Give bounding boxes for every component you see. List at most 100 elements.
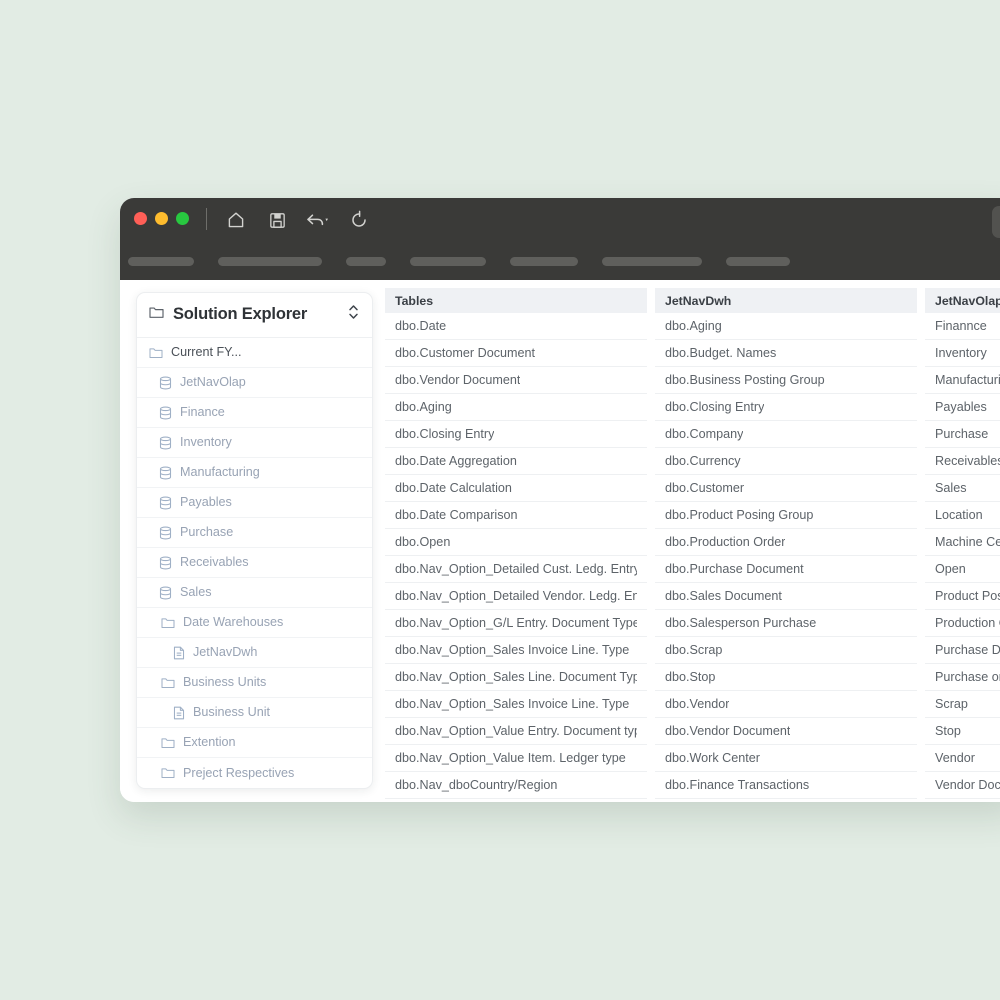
title-bar — [120, 198, 1000, 246]
table-row[interactable]: Inventory — [925, 340, 1000, 367]
table-cell: dbo.Vendor — [665, 697, 730, 711]
undo-dropdown-icon[interactable] — [304, 205, 332, 235]
table-row[interactable]: dbo.Salesperson Purchase — [655, 610, 917, 637]
menu-item-placeholder-1[interactable] — [218, 257, 322, 266]
table-row[interactable]: dbo.Closing Entry — [655, 394, 917, 421]
table-row[interactable]: Purchase on Order — [925, 664, 1000, 691]
sidebar-item-payables[interactable]: Payables — [137, 488, 372, 518]
table-row[interactable]: Location — [925, 502, 1000, 529]
sidebar-item-finance[interactable]: Finance — [137, 398, 372, 428]
table-row[interactable]: Purchase Document — [925, 637, 1000, 664]
table-row[interactable]: dbo.Open — [385, 529, 647, 556]
table-row[interactable]: dbo.Date Aggregation — [385, 448, 647, 475]
table-cell: dbo.Product Posing Group — [665, 508, 814, 522]
table-row[interactable]: dbo.Nav_Option_Sales Invoice Line. Type — [385, 637, 647, 664]
table-row[interactable]: Sales — [925, 475, 1000, 502]
sidebar-item-sales[interactable]: Sales — [137, 578, 372, 608]
column-header[interactable]: JetNavOlap — [925, 288, 1000, 313]
table-row[interactable]: Manufacturing — [925, 367, 1000, 394]
table-row[interactable]: dbo.Work Center — [655, 745, 917, 772]
menu-item-placeholder-6[interactable] — [726, 257, 790, 266]
table-row[interactable]: Open — [925, 556, 1000, 583]
table-row[interactable]: dbo.Customer — [655, 475, 917, 502]
sidebar-item-jetnavolap[interactable]: JetNavOlap — [137, 368, 372, 398]
table-row[interactable]: dbo.Nav_Option_Sales Line. Document Type — [385, 664, 647, 691]
table-row[interactable]: dbo.Nav_Option_Detailed Vendor. Ledg. En… — [385, 583, 647, 610]
table-row[interactable]: dbo.Product Posing Group — [655, 502, 917, 529]
table-row[interactable]: Finannce — [925, 313, 1000, 340]
sidebar-item-date-warehouses[interactable]: Date Warehouses — [137, 608, 372, 638]
menu-item-placeholder-3[interactable] — [410, 257, 486, 266]
table-row[interactable]: dbo.Nav_dboCountry/Region — [385, 772, 647, 799]
column-header[interactable]: Tables — [385, 288, 647, 313]
table-row[interactable]: dbo.Nav_Option_Detailed Cust. Ledg. Entr… — [385, 556, 647, 583]
table-row[interactable]: Purchase — [925, 421, 1000, 448]
table-row[interactable]: dbo.Vendor Document — [385, 367, 647, 394]
table-row[interactable]: dbo.Stop — [655, 664, 917, 691]
folder-icon — [161, 737, 175, 749]
table-row[interactable]: dbo.Company — [655, 421, 917, 448]
table-row[interactable]: dbo.Budget. Names — [655, 340, 917, 367]
table-row[interactable]: dbo.Date Comparison — [385, 502, 647, 529]
database-icon — [159, 556, 172, 570]
table-row[interactable]: dbo.Purchase Document — [655, 556, 917, 583]
table-row[interactable]: Scrap — [925, 691, 1000, 718]
sidebar-item-preject-respectives[interactable]: Preject Respectives — [137, 758, 372, 788]
table-row[interactable]: Stop — [925, 718, 1000, 745]
table-row[interactable]: dbo.Customer Document — [385, 340, 647, 367]
sidebar-item-business-units[interactable]: Business Units — [137, 668, 372, 698]
table-row[interactable]: Machine Center — [925, 529, 1000, 556]
table-row[interactable]: Vendor Document — [925, 772, 1000, 799]
table-row[interactable]: Receivables — [925, 448, 1000, 475]
folder-icon — [161, 617, 175, 629]
table-cell: Manufacturing — [935, 373, 1000, 387]
table-row[interactable]: Payables — [925, 394, 1000, 421]
menu-item-placeholder-4[interactable] — [510, 257, 578, 266]
sidebar-item-inventory[interactable]: Inventory — [137, 428, 372, 458]
table-row[interactable]: dbo.Date — [385, 313, 647, 340]
table-row[interactable]: dbo.Vendor Document — [655, 718, 917, 745]
minimize-window-button[interactable] — [155, 212, 168, 225]
menu-item-placeholder-5[interactable] — [602, 257, 702, 266]
menu-item-placeholder-0[interactable] — [128, 257, 194, 266]
table-row[interactable]: dbo.Nav_Option_Value Entry. Document typ… — [385, 718, 647, 745]
chevron-up-down-icon[interactable] — [347, 303, 360, 326]
table-row[interactable]: dbo.Vendor — [655, 691, 917, 718]
sidebar-item-purchase[interactable]: Purchase — [137, 518, 372, 548]
table-row[interactable]: dbo.Nav_Option_G/L Entry. Document Type — [385, 610, 647, 637]
search-button[interactable] — [992, 206, 1000, 238]
table-row[interactable]: Vendor — [925, 745, 1000, 772]
table-row[interactable]: dbo.Closing Entry — [385, 421, 647, 448]
table-row[interactable]: dbo.Production Order — [655, 529, 917, 556]
table-row[interactable]: dbo.Scrap — [655, 637, 917, 664]
column-header[interactable]: JetNavDwh — [655, 288, 917, 313]
menu-item-placeholder-2[interactable] — [346, 257, 386, 266]
table-cell: dbo.Closing Entry — [665, 400, 765, 414]
refresh-icon[interactable] — [345, 205, 373, 235]
table-row[interactable]: Product Posting Group — [925, 583, 1000, 610]
home-icon[interactable] — [222, 205, 250, 235]
table-row[interactable]: dbo.Finance Transactions — [655, 772, 917, 799]
table-cell: dbo.Vendor Document — [665, 724, 791, 738]
table-row[interactable]: dbo.Aging — [655, 313, 917, 340]
table-row[interactable]: dbo.Business Posting Group — [655, 367, 917, 394]
save-icon[interactable] — [263, 205, 291, 235]
table-cell: Production Order — [935, 616, 1000, 630]
sidebar-item-business-unit[interactable]: Business Unit — [137, 698, 372, 728]
table-row[interactable]: dbo.Aging — [385, 394, 647, 421]
sidebar-item-jetnavdwh[interactable]: JetNavDwh — [137, 638, 372, 668]
sidebar-item-current-fy[interactable]: Current FY... — [137, 338, 372, 368]
close-window-button[interactable] — [134, 212, 147, 225]
table-row[interactable]: dbo.Sales Document — [655, 583, 917, 610]
sidebar-item-manufacturing[interactable]: Manufacturing — [137, 458, 372, 488]
folder-icon — [161, 677, 175, 689]
maximize-window-button[interactable] — [176, 212, 189, 225]
table-row[interactable]: dbo.Date Calculation — [385, 475, 647, 502]
table-row[interactable]: Production Order — [925, 610, 1000, 637]
table-row[interactable]: dbo.Currency — [655, 448, 917, 475]
table-cell: Payables — [935, 400, 987, 414]
table-row[interactable]: dbo.Nav_Option_Value Item. Ledger type — [385, 745, 647, 772]
table-row[interactable]: dbo.Nav_Option_Sales Invoice Line. Type — [385, 691, 647, 718]
sidebar-item-extention[interactable]: Extention — [137, 728, 372, 758]
sidebar-item-receivables[interactable]: Receivables — [137, 548, 372, 578]
